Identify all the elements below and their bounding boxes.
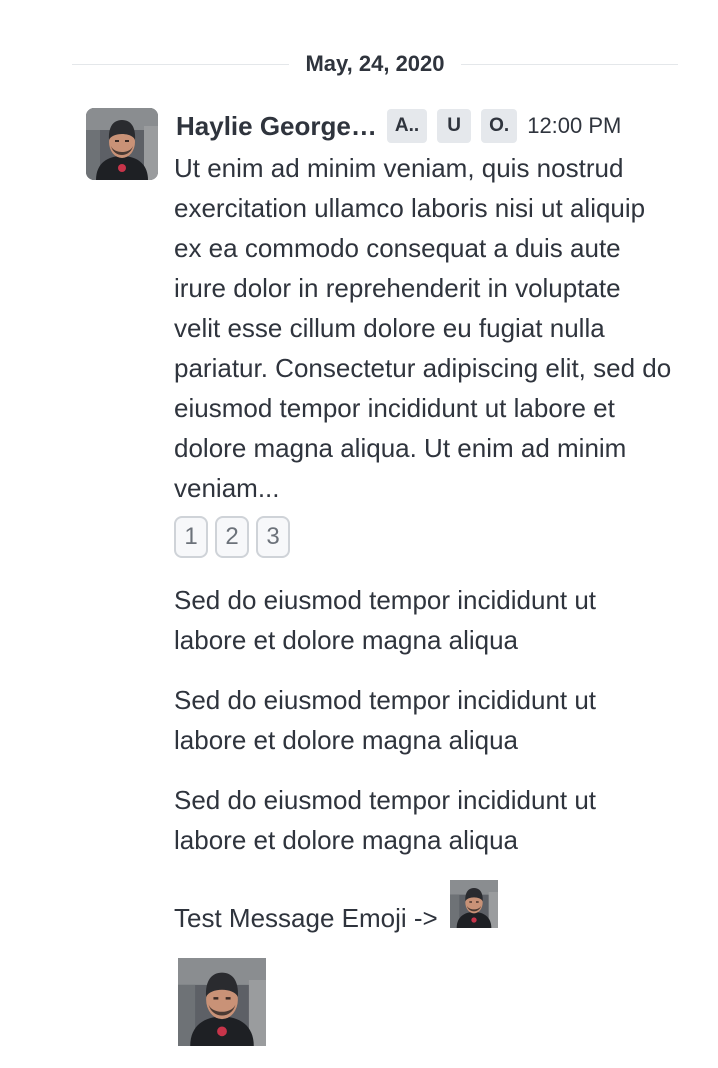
- image-attachment[interactable]: [178, 958, 266, 1046]
- user-avatar[interactable]: [86, 108, 158, 180]
- date-divider-label: May, 24, 2020: [305, 51, 445, 76]
- custom-emoji-icon: [450, 880, 498, 928]
- sequential-message: Sed do eiusmod tempor incididunt ut labo…: [174, 785, 597, 855]
- sequential-message: Sed do eiusmod tempor incididunt ut labo…: [174, 585, 597, 655]
- reactions-row: 1 2 3: [174, 516, 290, 558]
- role-tag-owner: O.: [481, 109, 518, 143]
- reaction-button[interactable]: 3: [256, 516, 290, 558]
- avatar-photo-icon: [86, 108, 158, 180]
- emoji-message-text: Test Message Emoji ->: [174, 903, 438, 933]
- message-author[interactable]: Haylie George…: [176, 111, 377, 142]
- role-tag-user: U: [437, 109, 472, 143]
- reaction-button[interactable]: 1: [174, 516, 208, 558]
- date-divider: May, 24, 2020: [72, 46, 678, 82]
- emoji-message: Test Message Emoji ->: [174, 880, 498, 938]
- reaction-button[interactable]: 2: [215, 516, 249, 558]
- message-header: Haylie George… A.. U O. 12:00 PM: [176, 106, 621, 146]
- divider-line-right: [460, 63, 678, 65]
- role-tag-admin: A..: [386, 109, 428, 143]
- divider-line-left: [72, 63, 290, 65]
- attachment-photo-icon: [178, 958, 266, 1046]
- message-body: Ut enim ad minim veniam, quis nostrud ex…: [174, 153, 672, 503]
- sequential-message: Sed do eiusmod tempor incididunt ut labo…: [174, 685, 597, 755]
- message-timestamp[interactable]: 12:00 PM: [527, 113, 621, 139]
